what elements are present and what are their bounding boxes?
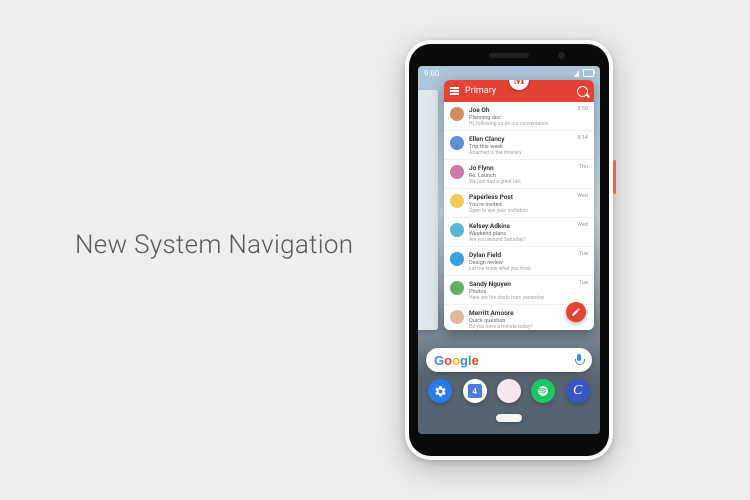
mail-from: Merritt Amoore — [469, 309, 572, 317]
mail-preview: Open to see your invitation — [469, 208, 572, 214]
mail-from: Ellen Clancy — [469, 135, 572, 143]
mail-date: Wed — [577, 193, 588, 214]
mic-icon[interactable] — [574, 354, 584, 366]
mail-row[interactable]: Dylan FieldDesign reviewLet me know what… — [444, 247, 594, 276]
mail-date: Thu — [579, 164, 588, 185]
spotify-icon — [537, 385, 549, 397]
dock-app-icon[interactable] — [497, 379, 521, 403]
menu-icon[interactable] — [450, 87, 459, 95]
slide-caption: New System Navigation — [75, 230, 353, 260]
dock-calendar-icon[interactable]: 4 — [463, 379, 487, 403]
power-button — [613, 160, 616, 194]
status-time: 9:00 — [424, 69, 439, 78]
avatar — [450, 310, 464, 324]
mail-date: Wed — [577, 222, 588, 243]
google-search-bar[interactable]: Google — [426, 348, 592, 372]
mail-date: Tue — [579, 251, 588, 272]
mail-preview: Do you have a minute today? — [469, 324, 572, 330]
dock-spotify-icon[interactable] — [531, 379, 555, 403]
mail-row[interactable]: Joe OhPlanning docHi, following up on ou… — [444, 102, 594, 131]
calendar-day: 4 — [468, 384, 482, 398]
mail-row[interactable]: Jo FlynnRe: LaunchWe just had a great ta… — [444, 160, 594, 189]
recents-card-gmail[interactable]: M Primary Joe OhPlanning docHi, followin… — [444, 80, 594, 330]
mail-preview: We just had a great talk — [469, 179, 574, 185]
home-pill[interactable] — [496, 414, 522, 422]
mail-preview: Here are the shots from yesterday — [469, 295, 574, 301]
mail-date: Tue — [579, 280, 588, 301]
signal-icon — [574, 70, 579, 77]
mail-from: Kelsey Adkins — [469, 222, 572, 230]
mail-from: Joe Oh — [469, 106, 572, 114]
phone-frame: 9:00 M Primary J — [405, 40, 613, 460]
mail-from: Paperless Post — [469, 193, 572, 201]
mail-from: Sandy Nguyen — [469, 280, 574, 288]
mail-row[interactable]: Sandy NguyenPhotosHere are the shots fro… — [444, 276, 594, 305]
avatar — [450, 165, 464, 179]
recents-prev-card[interactable] — [418, 90, 438, 330]
gear-icon — [434, 385, 447, 398]
mail-row[interactable]: Ellen ClancyTrip this weekAttached is th… — [444, 131, 594, 160]
dock: 4 C — [418, 376, 600, 406]
mail-row[interactable]: Paperless PostYou're invitedOpen to see … — [444, 189, 594, 218]
phone-screen: 9:00 M Primary J — [418, 66, 600, 434]
mail-preview: Attached is the itinerary — [469, 150, 572, 156]
compose-button[interactable] — [566, 302, 586, 322]
search-icon[interactable] — [577, 86, 588, 97]
status-bar: 9:00 — [418, 66, 600, 80]
mail-date: 8:50 — [577, 106, 588, 127]
mail-preview: Let me know what you think — [469, 266, 574, 272]
earpiece — [489, 53, 529, 58]
avatar — [450, 107, 464, 121]
mail-list[interactable]: Joe OhPlanning docHi, following up on ou… — [444, 102, 594, 330]
mail-row[interactable]: Kelsey AdkinsWeekend plansAre you around… — [444, 218, 594, 247]
dock-c-icon[interactable]: C — [566, 379, 590, 403]
avatar — [450, 252, 464, 266]
mail-date: 8:14 — [577, 135, 588, 156]
mail-from: Dylan Field — [469, 251, 574, 259]
google-logo: Google — [434, 353, 479, 368]
avatar — [450, 194, 464, 208]
mail-from: Jo Flynn — [469, 164, 574, 172]
dock-settings-icon[interactable] — [428, 379, 452, 403]
pencil-icon — [571, 307, 581, 317]
avatar — [450, 136, 464, 150]
recents-area[interactable]: M Primary Joe OhPlanning docHi, followin… — [418, 80, 600, 336]
battery-icon — [583, 69, 594, 77]
mail-preview: Are you around Saturday? — [469, 237, 572, 243]
avatar — [450, 281, 464, 295]
mail-preview: Hi, following up on our conversation — [469, 121, 572, 127]
avatar — [450, 223, 464, 237]
front-camera — [558, 52, 565, 59]
